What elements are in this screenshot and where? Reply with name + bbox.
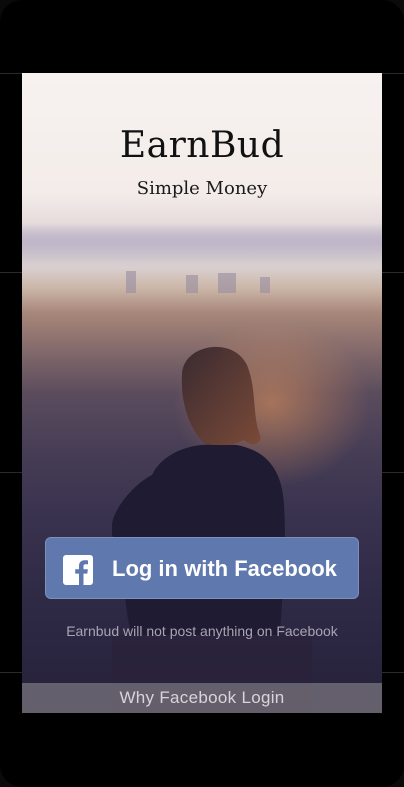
frame-divider [0,672,22,673]
frame-divider [0,73,22,74]
frame-divider [382,672,404,673]
why-facebook-login-link[interactable]: Why Facebook Login [22,683,382,713]
seated-person-silhouette [112,346,312,713]
app-title: EarnBud [119,125,285,166]
login-screen: EarnBud Simple Money Log in with Faceboo… [22,73,382,713]
background-building [126,271,136,293]
facebook-login-label: Log in with Facebook [112,556,337,581]
app-tagline: Simple Money [136,178,268,199]
background-haze [22,223,382,263]
frame-divider [382,272,404,273]
frame-divider [0,472,22,473]
frame-divider [382,472,404,473]
frame-divider [382,73,404,74]
background-building [260,277,270,293]
background-building [186,275,198,293]
frame-divider [0,272,22,273]
device-frame: EarnBud Simple Money Log in with Faceboo… [0,0,404,787]
facebook-icon [63,555,93,585]
background-building [218,273,236,293]
facebook-login-button[interactable]: Log in with Facebook [45,537,359,599]
facebook-disclaimer: Earnbud will not post anything on Facebo… [66,623,338,639]
